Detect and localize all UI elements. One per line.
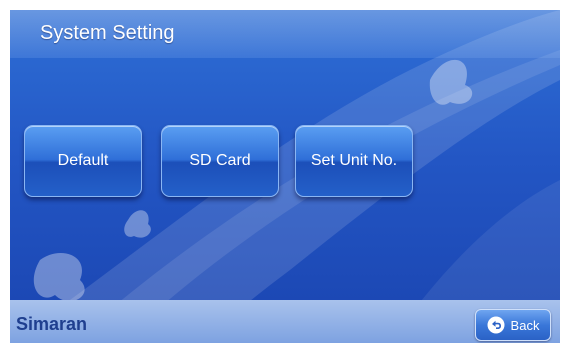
back-label: Back [510, 317, 540, 333]
brand-logo: Simaran [16, 314, 88, 334]
set-unit-no-button[interactable]: Set Unit No. [295, 125, 413, 197]
default-button[interactable]: Default [24, 125, 142, 197]
back-button[interactable]: Back [475, 309, 551, 341]
system-setting-screen: System Setting Default SD Card Set Unit … [10, 10, 560, 343]
page-title: System Setting [40, 22, 175, 44]
sd-card-button[interactable]: SD Card [161, 125, 279, 197]
return-arrow-icon [487, 316, 505, 334]
